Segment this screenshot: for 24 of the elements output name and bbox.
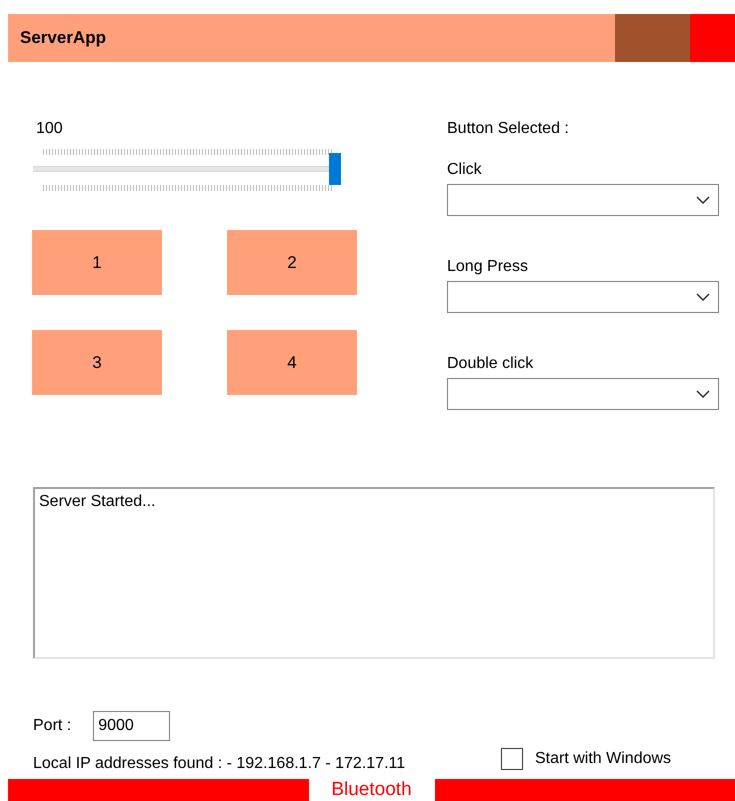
dropdown-label: Double click [447,354,534,374]
dropdown[interactable] [447,378,719,410]
dropdown[interactable] [447,281,719,313]
log-text-area[interactable]: Server Started... [33,487,715,659]
window-title: ServerApp [19,28,107,48]
local-ip-text: Local IP addresses found : - 192.168.1.7 - 172.17.11 [33,754,406,774]
number-button[interactable]: 3 [32,330,162,395]
button-selected-label: Button Selected : [447,119,570,139]
slider-thumb[interactable] [329,153,341,185]
checkbox[interactable] [501,748,523,770]
dropdown-label: Click [447,160,483,180]
chevron-down-icon [696,293,710,301]
slider-value: 100 [36,119,63,139]
dropdown-label: Long Press [447,257,529,277]
bluetooth-button[interactable]: Bluetooth [308,779,434,801]
number-button[interactable]: 1 [32,230,162,295]
number-button[interactable]: 4 [227,330,357,395]
dropdown[interactable] [447,184,719,216]
number-button[interactable]: 2 [227,230,357,295]
chevron-down-icon [696,196,710,204]
checkbox-label: Start with Windows [535,749,672,769]
port-field[interactable]: 9000 [93,711,170,741]
port-label: Port : [33,717,72,735]
chevron-down-icon [696,390,710,398]
